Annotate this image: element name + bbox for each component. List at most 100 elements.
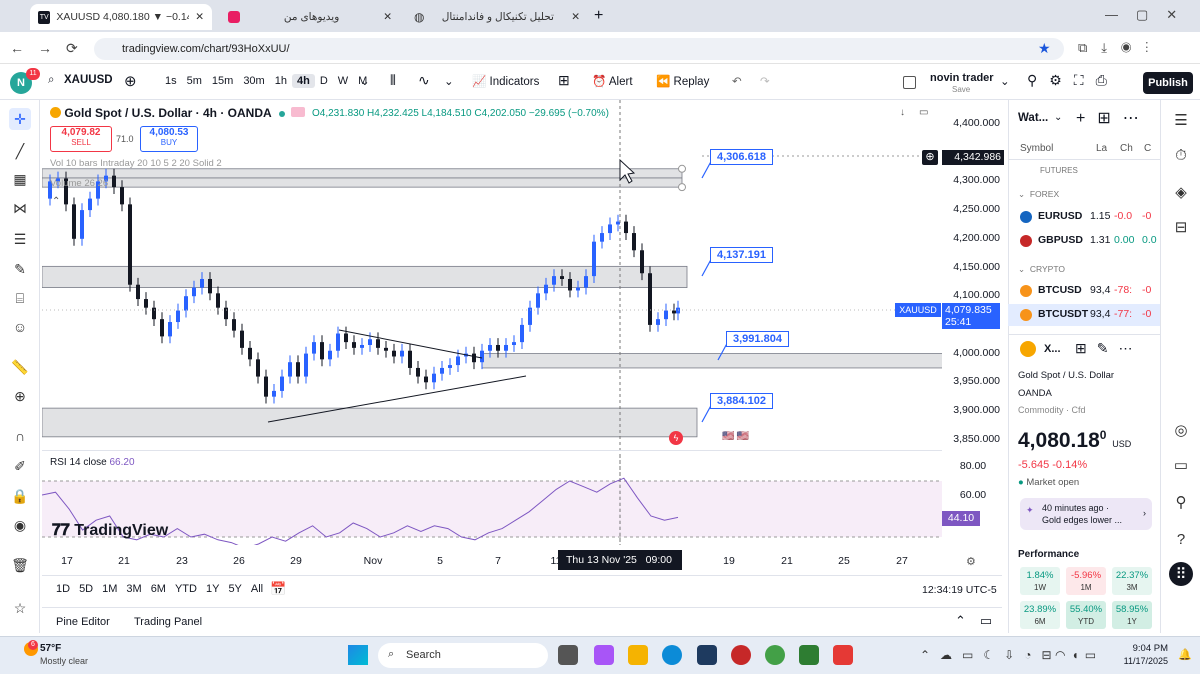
news-card[interactable]: ✦ 40 minutes ago · Gold edges lower ... … [1020,498,1152,530]
save-label[interactable]: Save [952,85,970,94]
performance-cell[interactable]: 55.40% YTD [1066,601,1106,629]
url-input[interactable]: tradingview.com/chart/93HoXxUU/ [94,38,1064,60]
section-forex[interactable]: ⌄ FOREX [1018,189,1059,200]
app-c-red-icon[interactable] [833,645,853,665]
panel-collapse-maximize-icons[interactable]: ⌃▭ [955,613,1006,629]
layout-checkbox[interactable] [903,76,916,89]
chevron-down-icon[interactable]: ⌄ [1000,74,1010,88]
search-icon[interactable]: ⌕ [48,74,54,87]
app-p-icon[interactable] [731,645,751,665]
zone-handle[interactable] [678,164,686,173]
help-icon[interactable]: ? [1169,527,1193,551]
lock-drawing-icon[interactable]: ✐ [9,455,31,477]
indicator-legend-1[interactable]: Vol 10 bars Intraday 20 10 5 2 20 Solid … [50,158,222,169]
temperature[interactable]: 57°F [40,643,61,654]
watchlist-row[interactable]: BTCUSD 93,4 -78: -0 [1008,280,1160,302]
price-zone[interactable] [42,407,698,438]
section-futures[interactable]: FUTURES [1040,166,1078,175]
apps-grid-icon[interactable]: ⠿ [1169,562,1193,586]
replay-button[interactable]: ⏪ Replay [656,74,709,88]
range-All[interactable]: All [251,583,263,595]
system-tray-icons[interactable]: ⌃☁▭☾⇩◔⊟ [920,648,1062,662]
pattern-icon[interactable]: ⋈ [9,197,31,219]
fib-grid-icon[interactable]: ▦ [9,168,31,190]
watchlist-icon[interactable]: ☰ [1169,108,1193,132]
trading-panel-tab[interactable]: Trading Panel [134,616,202,628]
level-label[interactable]: 4,306.618 [710,149,773,165]
pine-editor-tab[interactable]: Pine Editor [56,616,110,628]
performance-cell[interactable]: 58.95% 1Y [1112,601,1152,629]
details-symbol[interactable]: X... [1044,343,1061,355]
close-tab-icon[interactable]: ✕ [383,11,392,23]
candles-icon[interactable]: ⫴ [390,72,396,89]
level-label[interactable]: 3,884.102 [710,393,773,409]
chat-icon[interactable]: ▭ [1169,453,1193,477]
indicators-button[interactable]: 📈 Indicators [472,74,539,88]
buy-button[interactable]: 4,080.53 BUY [140,126,198,152]
session-clock[interactable]: 12:34:19 UTC-5 [922,584,997,596]
watchlist-row[interactable]: GBPUSD 1.31 0.00 0.0 [1008,230,1160,252]
copilot-icon[interactable] [594,645,614,665]
collapse-legend-chevron-icon[interactable]: ⌃ [52,196,60,207]
chrome-icon[interactable] [765,645,785,665]
trend-line-icon[interactable]: ╱ [9,140,31,162]
economic-events-flag-icons[interactable]: 🇺🇸🇺🇸 [722,431,751,442]
alert-button[interactable]: ⏰ Alert [592,74,633,88]
chevron-down-icon[interactable]: ⌄ [360,74,370,88]
range-5Y[interactable]: 5Y [228,583,241,595]
pane-controls-icons[interactable]: ↓▭ [900,107,942,118]
window-controls[interactable]: —▢✕ [1105,7,1195,23]
eye-icon[interactable]: ◉ [9,514,31,536]
performance-cell[interactable]: 1.84% 1W [1020,567,1060,595]
range-3M[interactable]: 3M [126,583,141,595]
alerts-clock-icon[interactable]: ⏱ [1169,143,1193,167]
time-axis[interactable]: 17 21 23 26 29 Nov 5 7 11 19 21 25 27 [42,548,942,572]
section-crypto[interactable]: ⌄ CRYPTO [1018,264,1065,275]
events-flash-icon[interactable]: ϟ [669,431,683,445]
store-icon[interactable] [697,645,717,665]
indicator-legend-2[interactable]: Volume 26 26 [50,178,108,189]
add-alert-plus-icon[interactable]: ⊕ [922,150,938,165]
timeframe-1s[interactable]: 1s [160,74,182,88]
undo-icon[interactable]: ↶ [732,74,742,88]
line-chart-icon[interactable]: ∿ [418,72,430,89]
range-YTD[interactable]: YTD [175,583,197,595]
zoom-icon[interactable]: ⊕ [9,385,31,407]
brush-icon[interactable]: ✎ [9,258,31,280]
layouts-grid-icon[interactable]: ⊞ [558,72,570,89]
file-explorer-icon[interactable] [628,645,648,665]
taskbar-time[interactable]: 9:04 PM [1128,643,1168,654]
layers-icon[interactable]: ◈ [1169,180,1193,204]
tab-tradingview[interactable]: TV XAUUSD 4,080.180 ▼ −0.14% ... ✕ [30,4,212,30]
performance-cell[interactable]: 23.89% 6M [1020,601,1060,629]
watchlist-row[interactable]: BTCUSDT 93,4 -77: -0 [1008,304,1160,326]
task-view-icon[interactable] [558,645,578,665]
col-symbol[interactable]: Symbol [1020,143,1053,154]
new-tab-icon[interactable]: + [594,7,603,25]
favorites-star-icon[interactable]: ☆ [9,597,31,619]
edge-browser-icon[interactable] [662,645,682,665]
ruler-icon[interactable]: 📏 [9,356,31,378]
redo-icon[interactable]: ↷ [760,74,770,88]
zone-handle[interactable] [678,183,686,192]
performance-cell[interactable]: 22.37% 3M [1112,567,1152,595]
network-volume-battery-icons[interactable]: ◠◖▭ [1055,648,1102,662]
close-tab-icon[interactable]: ✕ [195,11,204,23]
chevron-down-icon[interactable]: ⌄ [1054,112,1062,123]
performance-cell[interactable]: -5.96% 1M [1066,567,1106,595]
app-c-green-icon[interactable] [799,645,819,665]
range-1D[interactable]: 1D [56,583,70,595]
windows-start-icon[interactable] [348,645,368,665]
emoji-icon[interactable]: ☺ [9,316,31,338]
text-annotation-icon[interactable]: ⌸ [9,287,31,309]
details-name[interactable]: Gold Spot / U.S. Dollar [1018,370,1114,381]
sell-button[interactable]: 4,079.82 SELL [50,126,112,152]
rsi-chart[interactable] [42,455,942,545]
account-name[interactable]: novin trader [930,72,994,84]
projection-icon[interactable]: ☰ [9,228,31,250]
axis-settings-icon[interactable]: ⚙ [966,555,976,568]
publish-button[interactable]: Publish [1143,72,1193,94]
target-icon[interactable]: ◎ [1169,418,1193,442]
timeframe-4h[interactable]: 4h [291,74,315,88]
chart-legend-title[interactable]: Gold Spot / U.S. Dollar · 4h · OANDA [50,106,305,120]
